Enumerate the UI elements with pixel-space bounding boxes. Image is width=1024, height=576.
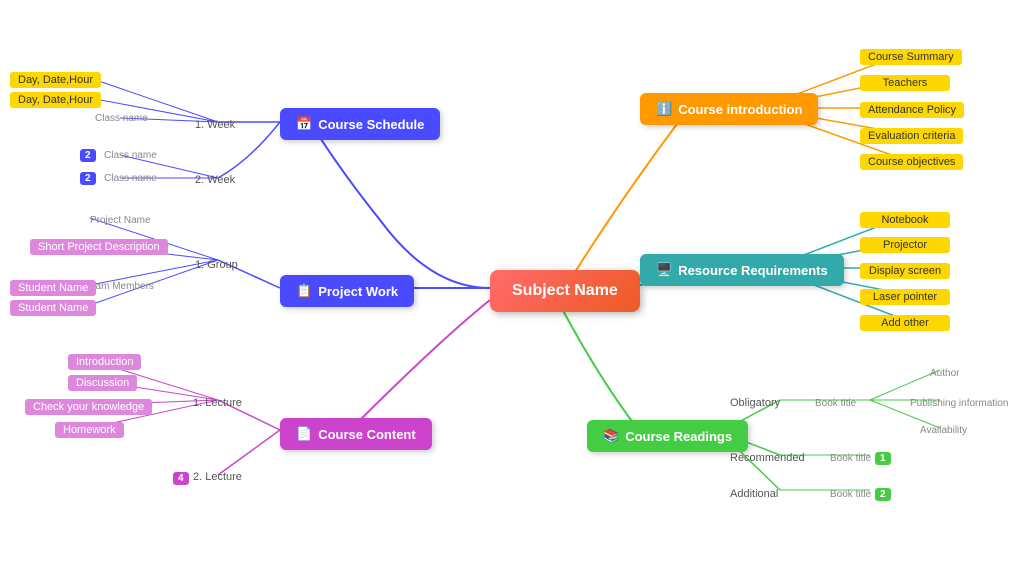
class1-leaf: Class name bbox=[95, 108, 148, 126]
student2-leaf: Student Name bbox=[10, 298, 96, 316]
display-leaf: Display screen bbox=[860, 261, 950, 279]
evaluation-leaf: Evaluation criteria bbox=[860, 126, 963, 144]
projector-leaf: Projector bbox=[860, 235, 950, 253]
discussion-leaf: Discussion bbox=[68, 373, 137, 391]
info-icon: ℹ️ bbox=[656, 101, 672, 117]
recommended-booktitle: Book title bbox=[830, 448, 871, 466]
calendar-icon: 📅 bbox=[296, 116, 312, 132]
book-icon: 📚 bbox=[603, 428, 619, 444]
pubinfo-leaf: Publishing information bbox=[910, 393, 1008, 411]
lec2-badge: 4 bbox=[173, 468, 189, 486]
laser-leaf: Laser pointer bbox=[860, 287, 950, 305]
lec1-label: 1. Lecture bbox=[193, 393, 242, 411]
recommended-label: Recommended bbox=[730, 448, 805, 466]
monitor-icon: 🖥️ bbox=[656, 262, 672, 278]
class2-leaf: 2 Class name bbox=[80, 145, 157, 163]
author-leaf: Author bbox=[930, 363, 959, 381]
obligatory-label: Obligatory bbox=[730, 393, 780, 411]
course-intro-node[interactable]: ℹ️ Course introduction bbox=[640, 93, 818, 125]
short-desc-leaf: Short Project Description bbox=[30, 237, 168, 255]
course-schedule-node[interactable]: 📅 Course Schedule bbox=[280, 108, 440, 140]
week1-label: 1. Week bbox=[195, 115, 235, 133]
homework-leaf: Homework bbox=[55, 420, 124, 438]
doc-icon: 📄 bbox=[296, 426, 312, 442]
class3-leaf: 2 Class name bbox=[80, 168, 157, 186]
resource-req-node[interactable]: 🖥️ Resource Requirements bbox=[640, 254, 844, 286]
intro-leaf: Introduction bbox=[68, 352, 141, 370]
group1-label: 1. Group bbox=[195, 255, 238, 273]
availability-leaf: Availability bbox=[920, 420, 967, 438]
attendance-leaf: Attendance Policy bbox=[860, 100, 964, 118]
additional-badge: 2 bbox=[875, 484, 891, 502]
notebook-leaf: Notebook bbox=[860, 210, 950, 228]
main-node[interactable]: Subject Name bbox=[490, 270, 640, 312]
course-readings-node[interactable]: 📚 Course Readings bbox=[587, 420, 748, 452]
clipboard-icon: 📋 bbox=[296, 283, 312, 299]
day1-leaf: Day, Date,Hour bbox=[10, 70, 101, 88]
addother-leaf: Add other bbox=[860, 313, 950, 331]
student1-leaf: Student Name bbox=[10, 278, 96, 296]
additional-booktitle: Book title bbox=[830, 484, 871, 502]
recommended-badge: 1 bbox=[875, 448, 891, 466]
lec2-label: 2. Lecture bbox=[193, 467, 242, 485]
teachers-leaf: Teachers bbox=[860, 73, 950, 91]
objectives-leaf: Course objectives bbox=[860, 152, 963, 170]
main-label: Subject Name bbox=[512, 282, 618, 299]
day2-leaf: Day, Date,Hour bbox=[10, 90, 101, 108]
project-work-node[interactable]: 📋 Project Work bbox=[280, 275, 414, 307]
project-name-leaf: Project Name bbox=[90, 210, 151, 228]
additional-label: Additional bbox=[730, 484, 778, 502]
obligatory-booktitle: Book title bbox=[815, 393, 856, 411]
week2-label: 2. Week bbox=[195, 170, 235, 188]
check-leaf: Check your knowledge bbox=[25, 397, 152, 415]
course-content-node[interactable]: 📄 Course Content bbox=[280, 418, 432, 450]
course-summary-leaf: Course Summary bbox=[860, 47, 962, 65]
